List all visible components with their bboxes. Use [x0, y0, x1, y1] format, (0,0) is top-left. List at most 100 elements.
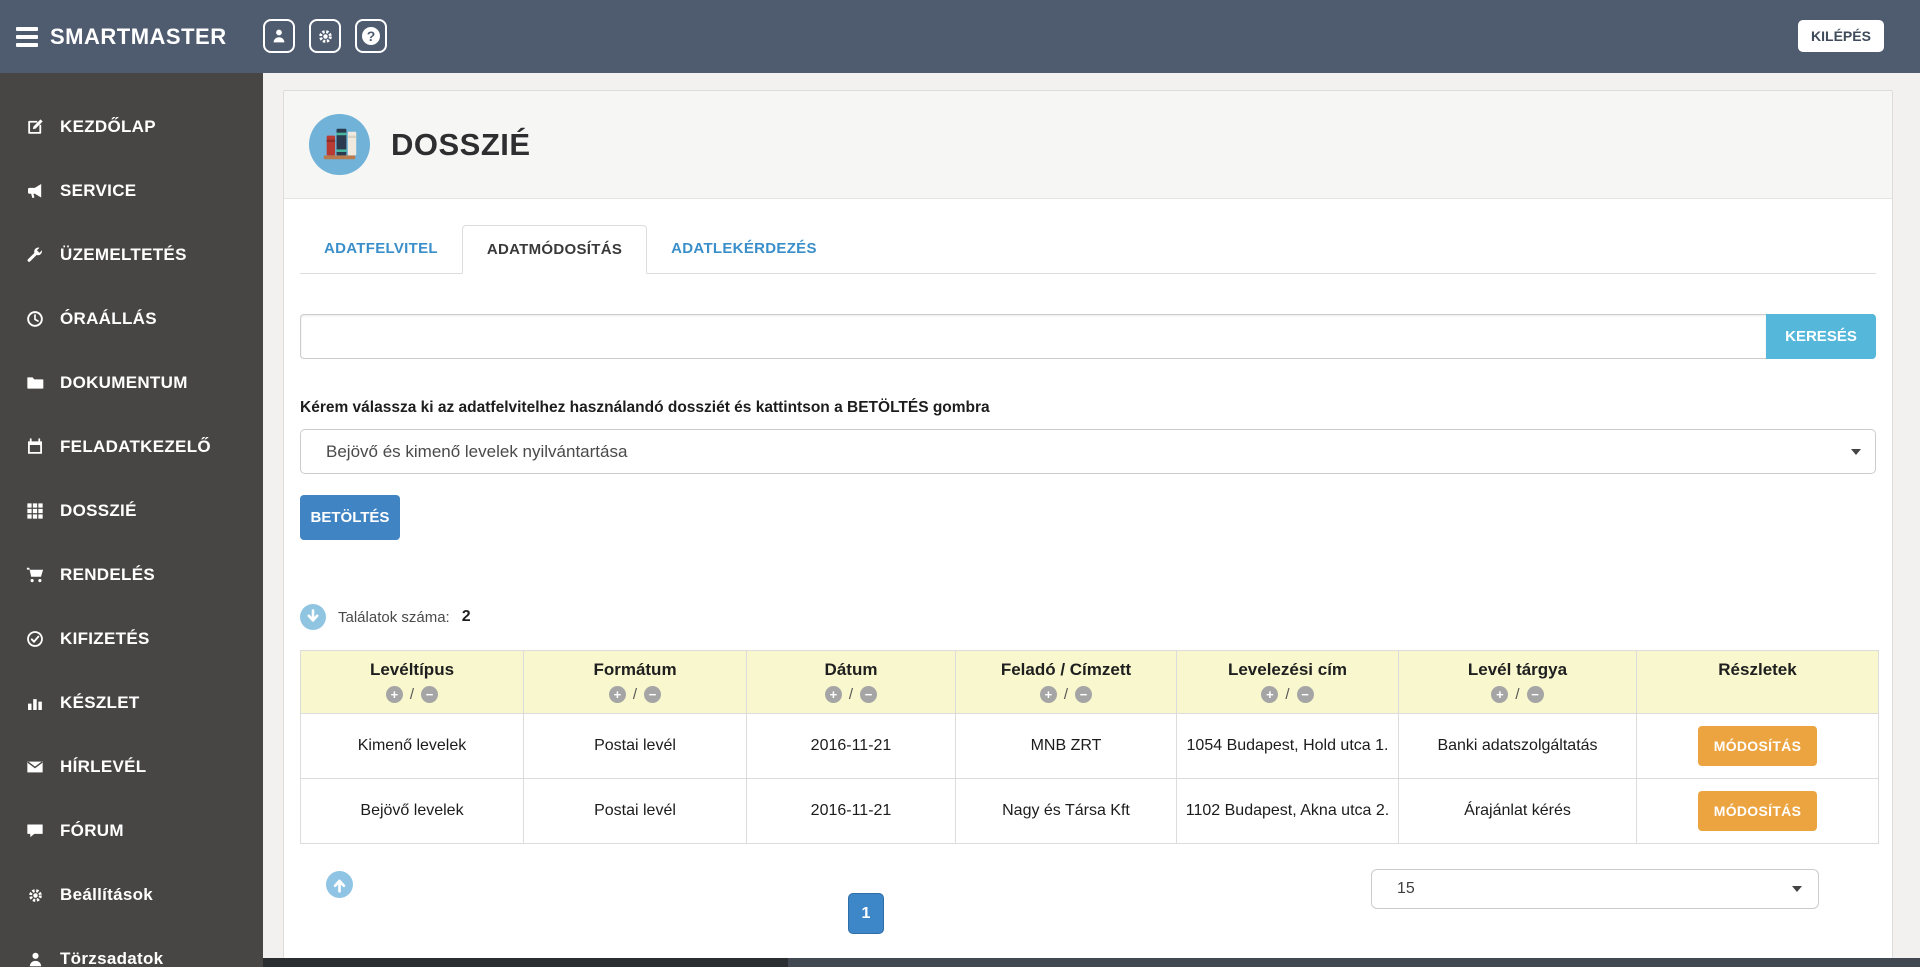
sort-asc-icon[interactable]: + [1039, 686, 1057, 703]
gear-icon [25, 887, 45, 904]
modify-button[interactable]: MÓDOSÍTÁS [1697, 726, 1818, 766]
cell-leveltipus: Kimenő levelek [300, 713, 524, 779]
footer-bar-dark-segment [263, 958, 788, 967]
chevron-down-icon [1792, 886, 1802, 892]
modify-button[interactable]: MÓDOSÍTÁS [1697, 791, 1818, 831]
sidebar-item-torzsadatok[interactable]: Törzsadatok [0, 927, 263, 967]
cell-felado-cimzett: Nagy és Társa Kft [955, 778, 1177, 844]
content-panel: DOSSZIÉ ADATFELVITEL ADATMÓDOSÍTÁS ADATL… [283, 90, 1893, 967]
cell-level-targya: Árajánlat kérés [1398, 778, 1637, 844]
sidebar-item-forum[interactable]: FÓRUM [0, 799, 263, 863]
user-button[interactable] [263, 19, 295, 53]
sidebar-item-dosszie[interactable]: DOSSZIÉ [0, 479, 263, 543]
tab-adatlekerdezes[interactable]: ADATLEKÉRDEZÉS [647, 225, 841, 274]
page-size-value: 15 [1397, 880, 1415, 897]
dossier-helper-text: Kérem válassza ki az adatfelvitelhez has… [300, 399, 990, 416]
sidebar-item-beallitasok[interactable]: Beállítások [0, 863, 263, 927]
sort-desc-icon[interactable]: − [1075, 686, 1093, 703]
sort-desc-icon[interactable]: − [421, 686, 439, 703]
check-circle-icon [25, 630, 45, 648]
app-brand: SMARTMASTER [50, 24, 227, 49]
sidebar-item-dokumentum[interactable]: DOKUMENTUM [0, 351, 263, 415]
wrench-icon [25, 246, 45, 264]
sidebar-item-oraallas[interactable]: ÓRAÁLLÁS [0, 287, 263, 351]
cell-datum: 2016-11-21 [746, 713, 956, 779]
sort-desc-icon[interactable]: − [1296, 686, 1314, 703]
bar-chart-icon [25, 694, 45, 712]
sidebar-item-service[interactable]: SERVICE [0, 159, 263, 223]
user-icon [25, 951, 45, 967]
calendar-icon [25, 438, 45, 456]
table-footer: 1 15 [300, 844, 1876, 967]
clock-icon [25, 310, 45, 328]
user-icon [271, 28, 287, 44]
cell-felado-cimzett: MNB ZRT [955, 713, 1177, 779]
main-area: DOSSZIÉ ADATFELVITEL ADATMÓDOSÍTÁS ADATL… [263, 73, 1920, 967]
search-button[interactable]: KERESÉS [1766, 314, 1876, 359]
column-header-felado-cimzett: Feladó / Címzett + / − [955, 650, 1177, 714]
tab-adatmodositas[interactable]: ADATMÓDOSÍTÁS [461, 225, 648, 274]
logout-button[interactable]: KILÉPÉS [1798, 20, 1884, 52]
cell-levelezesi-cim: 1102 Budapest, Akna utca 2. [1176, 778, 1399, 844]
table-row: Kimenő levelek Postai levél 2016-11-21 M… [300, 713, 1879, 779]
megaphone-icon [25, 182, 45, 200]
sort-asc-icon[interactable]: + [1491, 686, 1509, 703]
help-button[interactable]: ? [355, 19, 387, 53]
page-title: DOSSZIÉ [391, 126, 531, 162]
scroll-to-top-icon[interactable] [326, 871, 353, 898]
tab-adatfelvitel[interactable]: ADATFELVITEL [300, 225, 462, 274]
settings-button[interactable] [309, 19, 341, 53]
sidebar-item-uzemeltetes[interactable]: ÜZEMELTETÉS [0, 223, 263, 287]
dossier-select-value: Bejövő és kimenő levelek nyilvántartása [326, 441, 628, 461]
column-header-formatum: Formátum + / − [523, 650, 747, 714]
sort-desc-icon[interactable]: − [644, 686, 662, 703]
sort-asc-icon[interactable]: + [608, 686, 626, 703]
page-size-select[interactable]: 15 [1371, 869, 1819, 909]
cell-reszletek: MÓDOSÍTÁS [1636, 778, 1879, 844]
cell-formatum: Postai levél [523, 778, 747, 844]
sort-asc-icon[interactable]: + [385, 686, 403, 703]
folder-icon [25, 374, 45, 392]
results-summary: Találatok száma: 2 [300, 604, 1876, 630]
table-row: Bejövő levelek Postai levél 2016-11-21 N… [300, 778, 1879, 844]
sort-desc-icon[interactable]: − [860, 686, 878, 703]
load-button[interactable]: BETÖLTÉS [300, 495, 400, 540]
help-icon: ? [362, 27, 380, 45]
sidebar-item-kezdolap[interactable]: KEZDŐLAP [0, 95, 263, 159]
table-header-row: Levéltípus + / − Formátum + / − Dátum + / − [300, 650, 1879, 714]
comment-icon [25, 822, 45, 840]
menu-icon[interactable] [16, 27, 38, 51]
column-header-reszletek: Részletek [1636, 650, 1879, 714]
sidebar: KEZDŐLAP SERVICE ÜZEMELTETÉS ÓRAÁLLÁS DO… [0, 73, 263, 967]
dossier-select[interactable]: Bejövő és kimenő levelek nyilvántartása [300, 429, 1876, 474]
search-input[interactable] [300, 314, 1766, 359]
sort-asc-icon[interactable]: + [824, 686, 842, 703]
page-header: DOSSZIÉ [284, 91, 1892, 199]
column-header-level-targya: Levél tárgya + / − [1398, 650, 1637, 714]
search-row: KERESÉS [300, 314, 1876, 359]
grid-icon [25, 502, 45, 520]
sidebar-item-feladatkezelo[interactable]: FELADATKEZELŐ [0, 415, 263, 479]
pagination-page-1[interactable]: 1 [848, 893, 884, 934]
scroll-down-icon[interactable] [300, 604, 326, 630]
sidebar-item-kifizetes[interactable]: KIFIZETÉS [0, 607, 263, 671]
sort-asc-icon[interactable]: + [1261, 686, 1279, 703]
sort-desc-icon[interactable]: − [1526, 686, 1544, 703]
results-count: 2 [461, 608, 471, 625]
tab-bar: ADATFELVITEL ADATMÓDOSÍTÁS ADATLEKÉRDEZÉ… [300, 225, 1876, 274]
sidebar-item-keszlet[interactable]: KÉSZLET [0, 671, 263, 735]
results-label: Találatok száma: [338, 608, 450, 626]
topbar: SMARTMASTER ? KILÉPÉS [0, 0, 1920, 73]
topbar-icon-group: ? [263, 19, 387, 53]
cell-leveltipus: Bejövő levelek [300, 778, 524, 844]
sidebar-item-hirlevel[interactable]: HÍRLEVÉL [0, 735, 263, 799]
tab-content: KERESÉS Kérem válassza ki az adatfelvite… [284, 314, 1892, 967]
chevron-down-icon [1851, 448, 1861, 455]
dossier-books-icon [308, 113, 371, 176]
column-header-datum: Dátum + / − [746, 650, 956, 714]
results-table: Levéltípus + / − Formátum + / − Dátum + / − [300, 650, 1879, 844]
sidebar-item-rendeles[interactable]: RENDELÉS [0, 543, 263, 607]
cell-level-targya: Banki adatszolgáltatás [1398, 713, 1637, 779]
cell-levelezesi-cim: 1054 Budapest, Hold utca 1. [1176, 713, 1399, 779]
cell-formatum: Postai levél [523, 713, 747, 779]
